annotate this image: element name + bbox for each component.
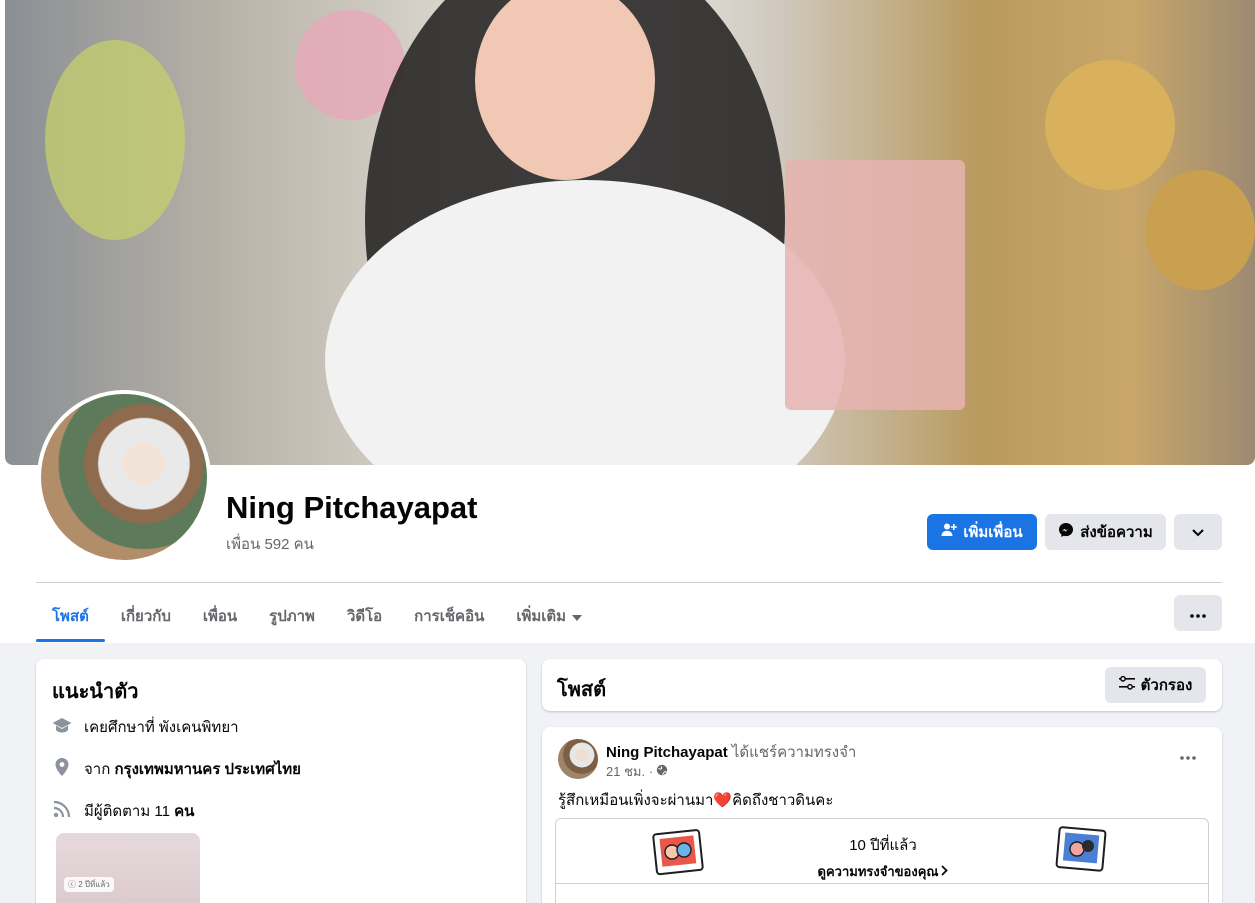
globe-icon [656,764,668,779]
tabs-more-options-button[interactable] [1174,595,1222,631]
profile-name: Ning Pitchayapat [226,490,478,525]
filter-sliders-icon [1118,675,1135,694]
messenger-icon [1058,522,1074,542]
add-friend-button[interactable]: เพิ่มเพื่อน [927,514,1037,550]
intro-hometown-place[interactable]: กรุงเทพมหานคร ประเทศไทย [114,761,300,778]
cover-photo[interactable] [5,0,1255,465]
post-author-avatar[interactable] [558,739,598,779]
intro-card: แนะนำตัว เคยศึกษาที่ พังเคนพิทยา จาก กรุ… [36,659,526,903]
profile-header: Ning Pitchayapat เพื่อน 592 คน เพิ่มเพื่… [0,0,1255,643]
tab-videos[interactable]: วิดีโอ [331,590,398,642]
tab-checkins[interactable]: การเช็คอิน [398,590,500,642]
header-divider [36,582,1222,583]
memory-years: 10 ปีที่แล้ว [849,837,917,854]
chevron-right-icon [941,864,949,879]
tab-posts[interactable]: โพสต์ [36,590,105,642]
more-horizontal-icon [1180,747,1196,764]
add-friend-icon [941,522,958,542]
tab-about[interactable]: เกี่ยวกับ [105,590,187,642]
tab-more-label: เพิ่มเติม [516,608,567,625]
caret-down-icon [572,608,583,625]
intro-title: แนะนำตัว [52,681,139,703]
memory-divider [556,883,1208,884]
profile-options-button[interactable] [1174,514,1222,550]
post-options-button[interactable] [1170,743,1206,767]
intro-followers: มีผู้ติดตาม 11 คน [52,799,194,823]
post-author-name[interactable]: Ning Pitchayapat [606,744,728,761]
filter-button[interactable]: ตัวกรอง [1105,667,1206,703]
memory-illustration-right-icon [1054,825,1110,873]
intro-featured-photo[interactable]: ⓒ 2 ปีที่แล้ว [56,833,200,903]
friend-count[interactable]: เพื่อน 592 คน [226,532,314,556]
post-action-text: ได้แชร์ความทรงจำ [731,744,857,761]
intro-education: เคยศึกษาที่ พังเคนพิทยา [52,715,239,739]
message-label: ส่งข้อความ [1080,524,1153,541]
tab-more[interactable]: เพิ่มเติม [500,590,598,642]
intro-education-text: เคยศึกษาที่ พังเคนพิทยา [84,719,239,736]
intro-hometown-prefix: จาก [84,761,111,778]
more-horizontal-icon [1190,605,1206,622]
post-text: รู้สึกเหมือนเพิ่งจะผ่านมา❤️คิดถึงชาวดินค… [558,792,834,809]
memory-link[interactable]: ดูความทรงจำของคุณ [818,861,949,882]
post-meta: 21 ชม. · [606,761,668,782]
intro-followers-prefix: มีผู้ติดตาม 11 [84,803,170,820]
photo-date-badge: ⓒ 2 ปีที่แล้ว [64,877,114,892]
post-timestamp[interactable]: 21 ชม. · [606,761,653,782]
memory-text: 10 ปีที่แล้ว ดูความทรงจำของคุณ [556,833,1210,882]
tab-friends[interactable]: เพื่อน [187,590,253,642]
memory-link-label: ดูความทรงจำของคุณ [817,864,939,879]
post-card: Ning Pitchayapat ได้แชร์ความทรงจำ 21 ชม.… [542,727,1222,903]
memory-card[interactable]: 10 ปีที่แล้ว ดูความทรงจำของคุณ [555,818,1209,903]
message-button[interactable]: ส่งข้อความ [1045,514,1166,550]
intro-followers-suffix: คน [174,803,195,820]
add-friend-label: เพิ่มเพื่อน [963,524,1023,541]
filter-label: ตัวกรอง [1140,677,1193,694]
graduation-cap-icon [52,715,72,739]
profile-picture[interactable] [37,390,211,564]
posts-title: โพสต์ [557,679,607,701]
tab-photos[interactable]: รูปภาพ [253,590,331,642]
location-pin-icon [52,757,72,781]
rss-icon [52,799,72,823]
chevron-down-icon [1192,524,1204,541]
profile-tabs: โพสต์ เกี่ยวกับ เพื่อน รูปภาพ วิดีโอ การ… [36,590,598,642]
posts-header-card: โพสต์ ตัวกรอง [542,659,1222,711]
intro-hometown: จาก กรุงเทพมหานคร ประเทศไทย [52,757,301,781]
